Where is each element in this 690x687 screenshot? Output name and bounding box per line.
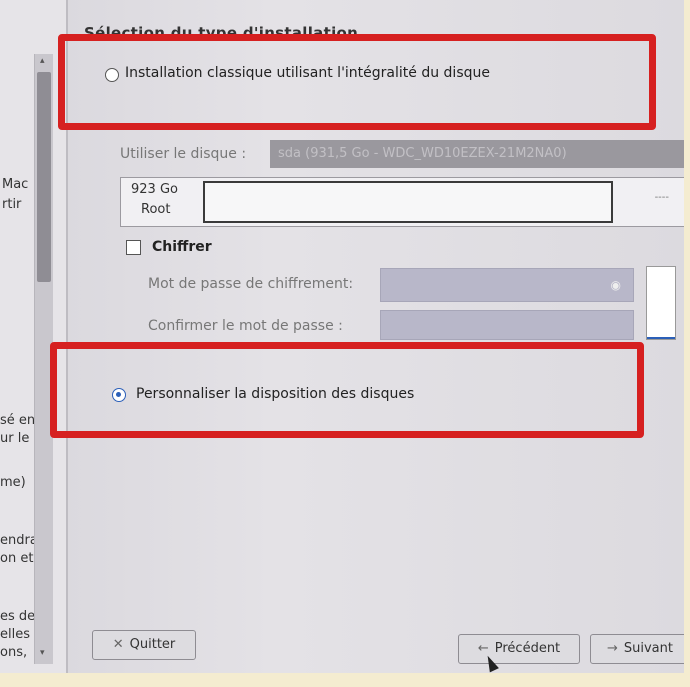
- eye-icon[interactable]: ◉: [611, 278, 621, 292]
- next-button[interactable]: → Suivant: [590, 634, 690, 664]
- partition-name: Root: [141, 202, 171, 217]
- quit-button-label: Quitter: [129, 637, 176, 652]
- next-button-label: Suivant: [623, 641, 673, 656]
- sidebar-text: on et: [0, 551, 34, 566]
- arrow-left-icon: ←: [477, 641, 489, 656]
- encrypt-label[interactable]: Chiffrer: [152, 239, 212, 255]
- sidebar-text: endra: [0, 533, 38, 548]
- scroll-up-icon[interactable]: ▴: [40, 56, 45, 66]
- close-icon: ✕: [112, 637, 124, 652]
- strength-bar: [647, 337, 675, 339]
- sidebar-text: me): [0, 475, 26, 490]
- confirm-password-label: Confirmer le mot de passe :: [148, 318, 343, 334]
- sidebar-text: rtir: [2, 197, 22, 212]
- previous-button-label: Précédent: [494, 641, 561, 656]
- sidebar-text: elles: [0, 627, 30, 642]
- sidebar-text: Mac: [2, 177, 29, 192]
- sidebar-text: ur le: [0, 431, 30, 446]
- photo-border-bottom: [0, 673, 690, 687]
- partition-more: ----: [654, 192, 669, 203]
- sidebar-text: es de: [0, 609, 36, 624]
- installer-window: Mac rtir sé en ur le me) endra on et es …: [0, 0, 690, 687]
- arrow-right-icon: →: [606, 641, 618, 656]
- previous-button[interactable]: ← Précédent: [458, 634, 580, 664]
- scrollbar-thumb[interactable]: [37, 72, 51, 282]
- partition-preview: 923 Go Root ----: [120, 177, 690, 227]
- scroll-down-icon[interactable]: ▾: [40, 648, 45, 658]
- confirm-password-field[interactable]: [380, 310, 634, 340]
- partition-size: 923 Go: [131, 182, 178, 197]
- disk-label: Utiliser le disque :: [120, 146, 247, 162]
- highlight-box-custom: [50, 342, 644, 438]
- password-label: Mot de passe de chiffrement:: [148, 276, 354, 292]
- sidebar-text: ons,: [0, 645, 28, 660]
- password-strength-indicator: [646, 266, 676, 340]
- encrypt-checkbox[interactable]: [126, 240, 141, 255]
- partition-bar: [203, 181, 613, 223]
- password-field[interactable]: ◉: [380, 268, 634, 302]
- highlight-box-classic: [58, 34, 656, 130]
- quit-button[interactable]: ✕ Quitter: [92, 630, 196, 660]
- photo-border-right: [684, 0, 690, 687]
- disk-select[interactable]: sda (931,5 Go - WDC_WD10EZEX-21M2NA0): [270, 140, 690, 168]
- sidebar-text: sé en: [0, 413, 36, 428]
